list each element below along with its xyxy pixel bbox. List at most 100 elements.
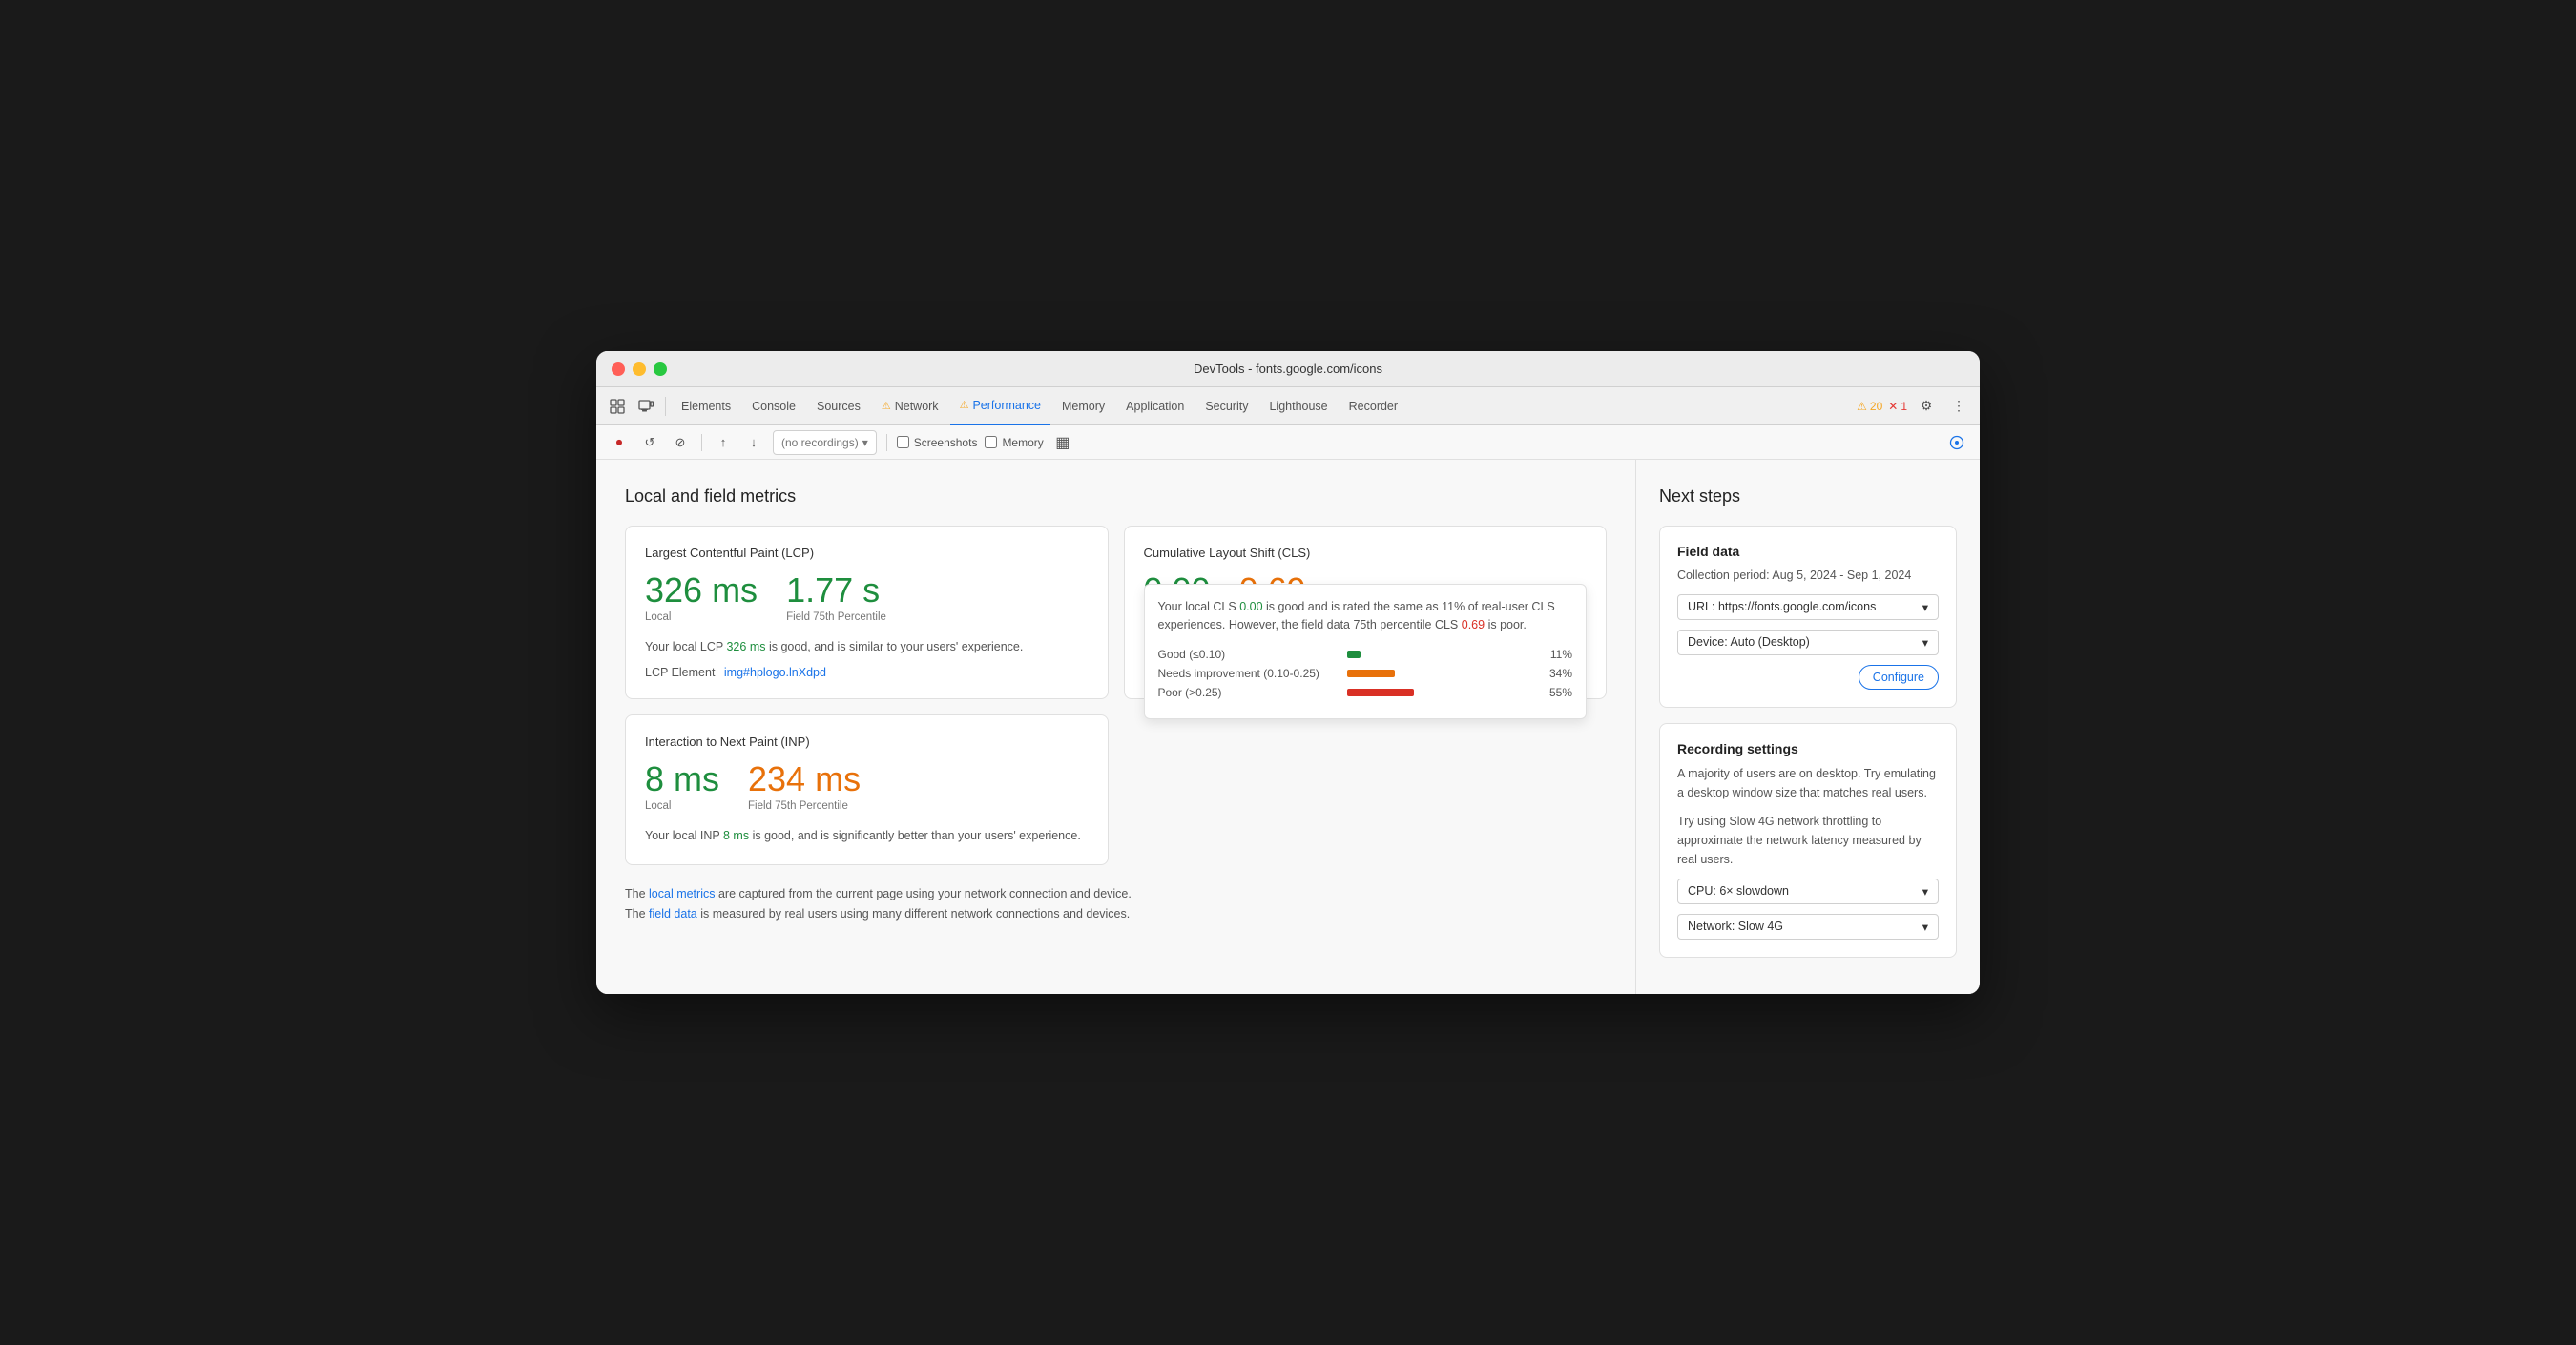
- tab-network-label: Network: [895, 400, 939, 413]
- cls-tooltip-before: Your local CLS: [1158, 600, 1240, 613]
- lcp-element-label: LCP Element: [645, 666, 715, 679]
- lcp-element-link[interactable]: img#hplogo.lnXdpd: [724, 666, 826, 679]
- cpu-label: CPU: 6× slowdown: [1688, 884, 1789, 898]
- warning-badge: ⚠ 20: [1857, 400, 1882, 413]
- traffic-lights: [612, 362, 667, 376]
- settings-gear-button[interactable]: ⚙: [1913, 393, 1940, 420]
- upload-button[interactable]: ↑: [712, 431, 735, 454]
- tab-lighthouse[interactable]: Lighthouse: [1259, 387, 1337, 425]
- devtools-tab-bar: Elements Console Sources ⚠ Network ⚠ Per…: [596, 387, 1980, 425]
- network-warn-icon: ⚠: [882, 400, 891, 412]
- next-steps-title: Next steps: [1659, 486, 1957, 507]
- inp-local-value: 8 ms Local: [645, 762, 719, 812]
- record-button[interactable]: ⏺: [608, 431, 631, 454]
- memory-checkbox[interactable]: [985, 436, 997, 448]
- inp-desc-value[interactable]: 8 ms: [723, 829, 749, 842]
- cls-tooltip-after: is poor.: [1485, 618, 1527, 631]
- toolbar-settings-button[interactable]: [1945, 431, 1968, 454]
- configure-button[interactable]: Configure: [1859, 665, 1939, 690]
- footer-text: The local metrics are captured from the …: [625, 884, 1607, 925]
- inp-field-num: 234 ms: [748, 762, 861, 797]
- inp-desc-after: is good, and is significantly better tha…: [749, 829, 1081, 842]
- warning-count: 20: [1870, 400, 1882, 413]
- toolbar2-separator-2: [886, 434, 887, 451]
- error-icon: ✕: [1888, 400, 1898, 413]
- tab-sources[interactable]: Sources: [807, 387, 870, 425]
- performance-monitor-button[interactable]: ▦: [1051, 431, 1074, 454]
- cpu-dropdown[interactable]: CPU: 6× slowdown ▾: [1677, 879, 1939, 904]
- network-dropdown-arrow: ▾: [1922, 920, 1928, 934]
- inp-card: Interaction to Next Paint (INP) 8 ms Loc…: [625, 714, 1109, 865]
- tab-application[interactable]: Application: [1116, 387, 1194, 425]
- recording-selector[interactable]: (no recordings) ▾: [773, 430, 877, 455]
- recording-settings-body: A majority of users are on desktop. Try …: [1677, 764, 1939, 869]
- tab-recorder-label: Recorder: [1349, 400, 1398, 413]
- grid-placeholder: [1124, 714, 1608, 865]
- section-title: Local and field metrics: [625, 486, 1607, 507]
- close-button[interactable]: [612, 362, 625, 376]
- tab-memory-label: Memory: [1062, 400, 1105, 413]
- cls-bar-good-label: Good (≤0.10): [1158, 648, 1340, 661]
- footer2-after: is measured by real users using many dif…: [697, 907, 1130, 921]
- footer1-after: are captured from the current page using…: [715, 887, 1131, 900]
- cls-bar-good-pct: 11%: [1550, 648, 1572, 661]
- field-data-card: Field data Collection period: Aug 5, 202…: [1659, 526, 1957, 708]
- device-toolbar-icon[interactable]: [633, 393, 659, 420]
- cls-bar-poor-bar: [1347, 689, 1414, 696]
- lcp-desc-before: Your local LCP: [645, 640, 726, 653]
- recording-desc1: A majority of users are on desktop. Try …: [1677, 764, 1939, 802]
- lcp-desc-value[interactable]: 326 ms: [726, 640, 765, 653]
- cpu-dropdown-arrow: ▾: [1922, 884, 1928, 899]
- field-data-link[interactable]: field data: [649, 907, 697, 921]
- memory-checkbox-label[interactable]: Memory: [985, 436, 1043, 449]
- clear-button[interactable]: ⊘: [669, 431, 692, 454]
- screenshots-label: Screenshots: [914, 436, 978, 449]
- url-dropdown[interactable]: URL: https://fonts.google.com/icons ▾: [1677, 594, 1939, 620]
- tab-performance[interactable]: ⚠ Performance: [950, 387, 1050, 425]
- lcp-title: Largest Contentful Paint (LCP): [645, 546, 1089, 560]
- right-panel: Next steps Field data Collection period:…: [1636, 460, 1980, 994]
- lcp-field-value: 1.77 s Field 75th Percentile: [786, 573, 886, 623]
- devtools-window: DevTools - fonts.google.com/icons Elemen…: [596, 351, 1980, 994]
- tab-separator-1: [665, 397, 666, 416]
- footer1-before: The: [625, 887, 649, 900]
- inp-local-num: 8 ms: [645, 762, 719, 797]
- cls-title: Cumulative Layout Shift (CLS): [1144, 546, 1588, 560]
- more-options-button[interactable]: ⋮: [1945, 393, 1972, 420]
- minimize-button[interactable]: [633, 362, 646, 376]
- cls-bar-poor-pct: 55%: [1549, 686, 1572, 699]
- lcp-element: LCP Element img#hplogo.lnXdpd: [645, 666, 1089, 679]
- window-title: DevTools - fonts.google.com/icons: [1194, 362, 1382, 376]
- tab-network[interactable]: ⚠ Network: [872, 387, 948, 425]
- screenshots-checkbox[interactable]: [897, 436, 909, 448]
- reload-record-button[interactable]: ↺: [638, 431, 661, 454]
- title-bar: DevTools - fonts.google.com/icons: [596, 351, 1980, 387]
- local-metrics-link[interactable]: local metrics: [649, 887, 715, 900]
- memory-label: Memory: [1002, 436, 1043, 449]
- download-button[interactable]: ↓: [742, 431, 765, 454]
- network-throttle-dropdown[interactable]: Network: Slow 4G ▾: [1677, 914, 1939, 940]
- maximize-button[interactable]: [654, 362, 667, 376]
- url-dropdown-arrow: ▾: [1922, 600, 1928, 614]
- inspect-icon[interactable]: [604, 393, 631, 420]
- performance-toolbar: ⏺ ↺ ⊘ ↑ ↓ (no recordings) ▾ Screenshots …: [596, 425, 1980, 460]
- recording-settings-card: Recording settings A majority of users a…: [1659, 723, 1957, 958]
- lcp-card: Largest Contentful Paint (LCP) 326 ms Lo…: [625, 526, 1109, 699]
- tab-memory[interactable]: Memory: [1052, 387, 1114, 425]
- url-label: URL: https://fonts.google.com/icons: [1688, 600, 1876, 613]
- cls-tooltip: Your local CLS 0.00 is good and is rated…: [1144, 584, 1588, 719]
- tab-sources-label: Sources: [817, 400, 861, 413]
- device-dropdown[interactable]: Device: Auto (Desktop) ▾: [1677, 630, 1939, 655]
- recording-settings-title: Recording settings: [1677, 741, 1939, 756]
- main-content: Local and field metrics Largest Contentf…: [596, 460, 1980, 994]
- cls-tooltip-local: 0.00: [1239, 600, 1262, 613]
- screenshots-checkbox-label[interactable]: Screenshots: [897, 436, 978, 449]
- footer-line1: The local metrics are captured from the …: [625, 884, 1607, 904]
- lcp-description: Your local LCP 326 ms is good, and is si…: [645, 638, 1089, 656]
- inp-values: 8 ms Local 234 ms Field 75th Percentile: [645, 762, 1089, 812]
- cls-card: Cumulative Layout Shift (CLS) 0.00 Local…: [1124, 526, 1608, 699]
- tab-elements[interactable]: Elements: [672, 387, 740, 425]
- tab-security[interactable]: Security: [1195, 387, 1257, 425]
- tab-console[interactable]: Console: [742, 387, 805, 425]
- tab-recorder[interactable]: Recorder: [1340, 387, 1407, 425]
